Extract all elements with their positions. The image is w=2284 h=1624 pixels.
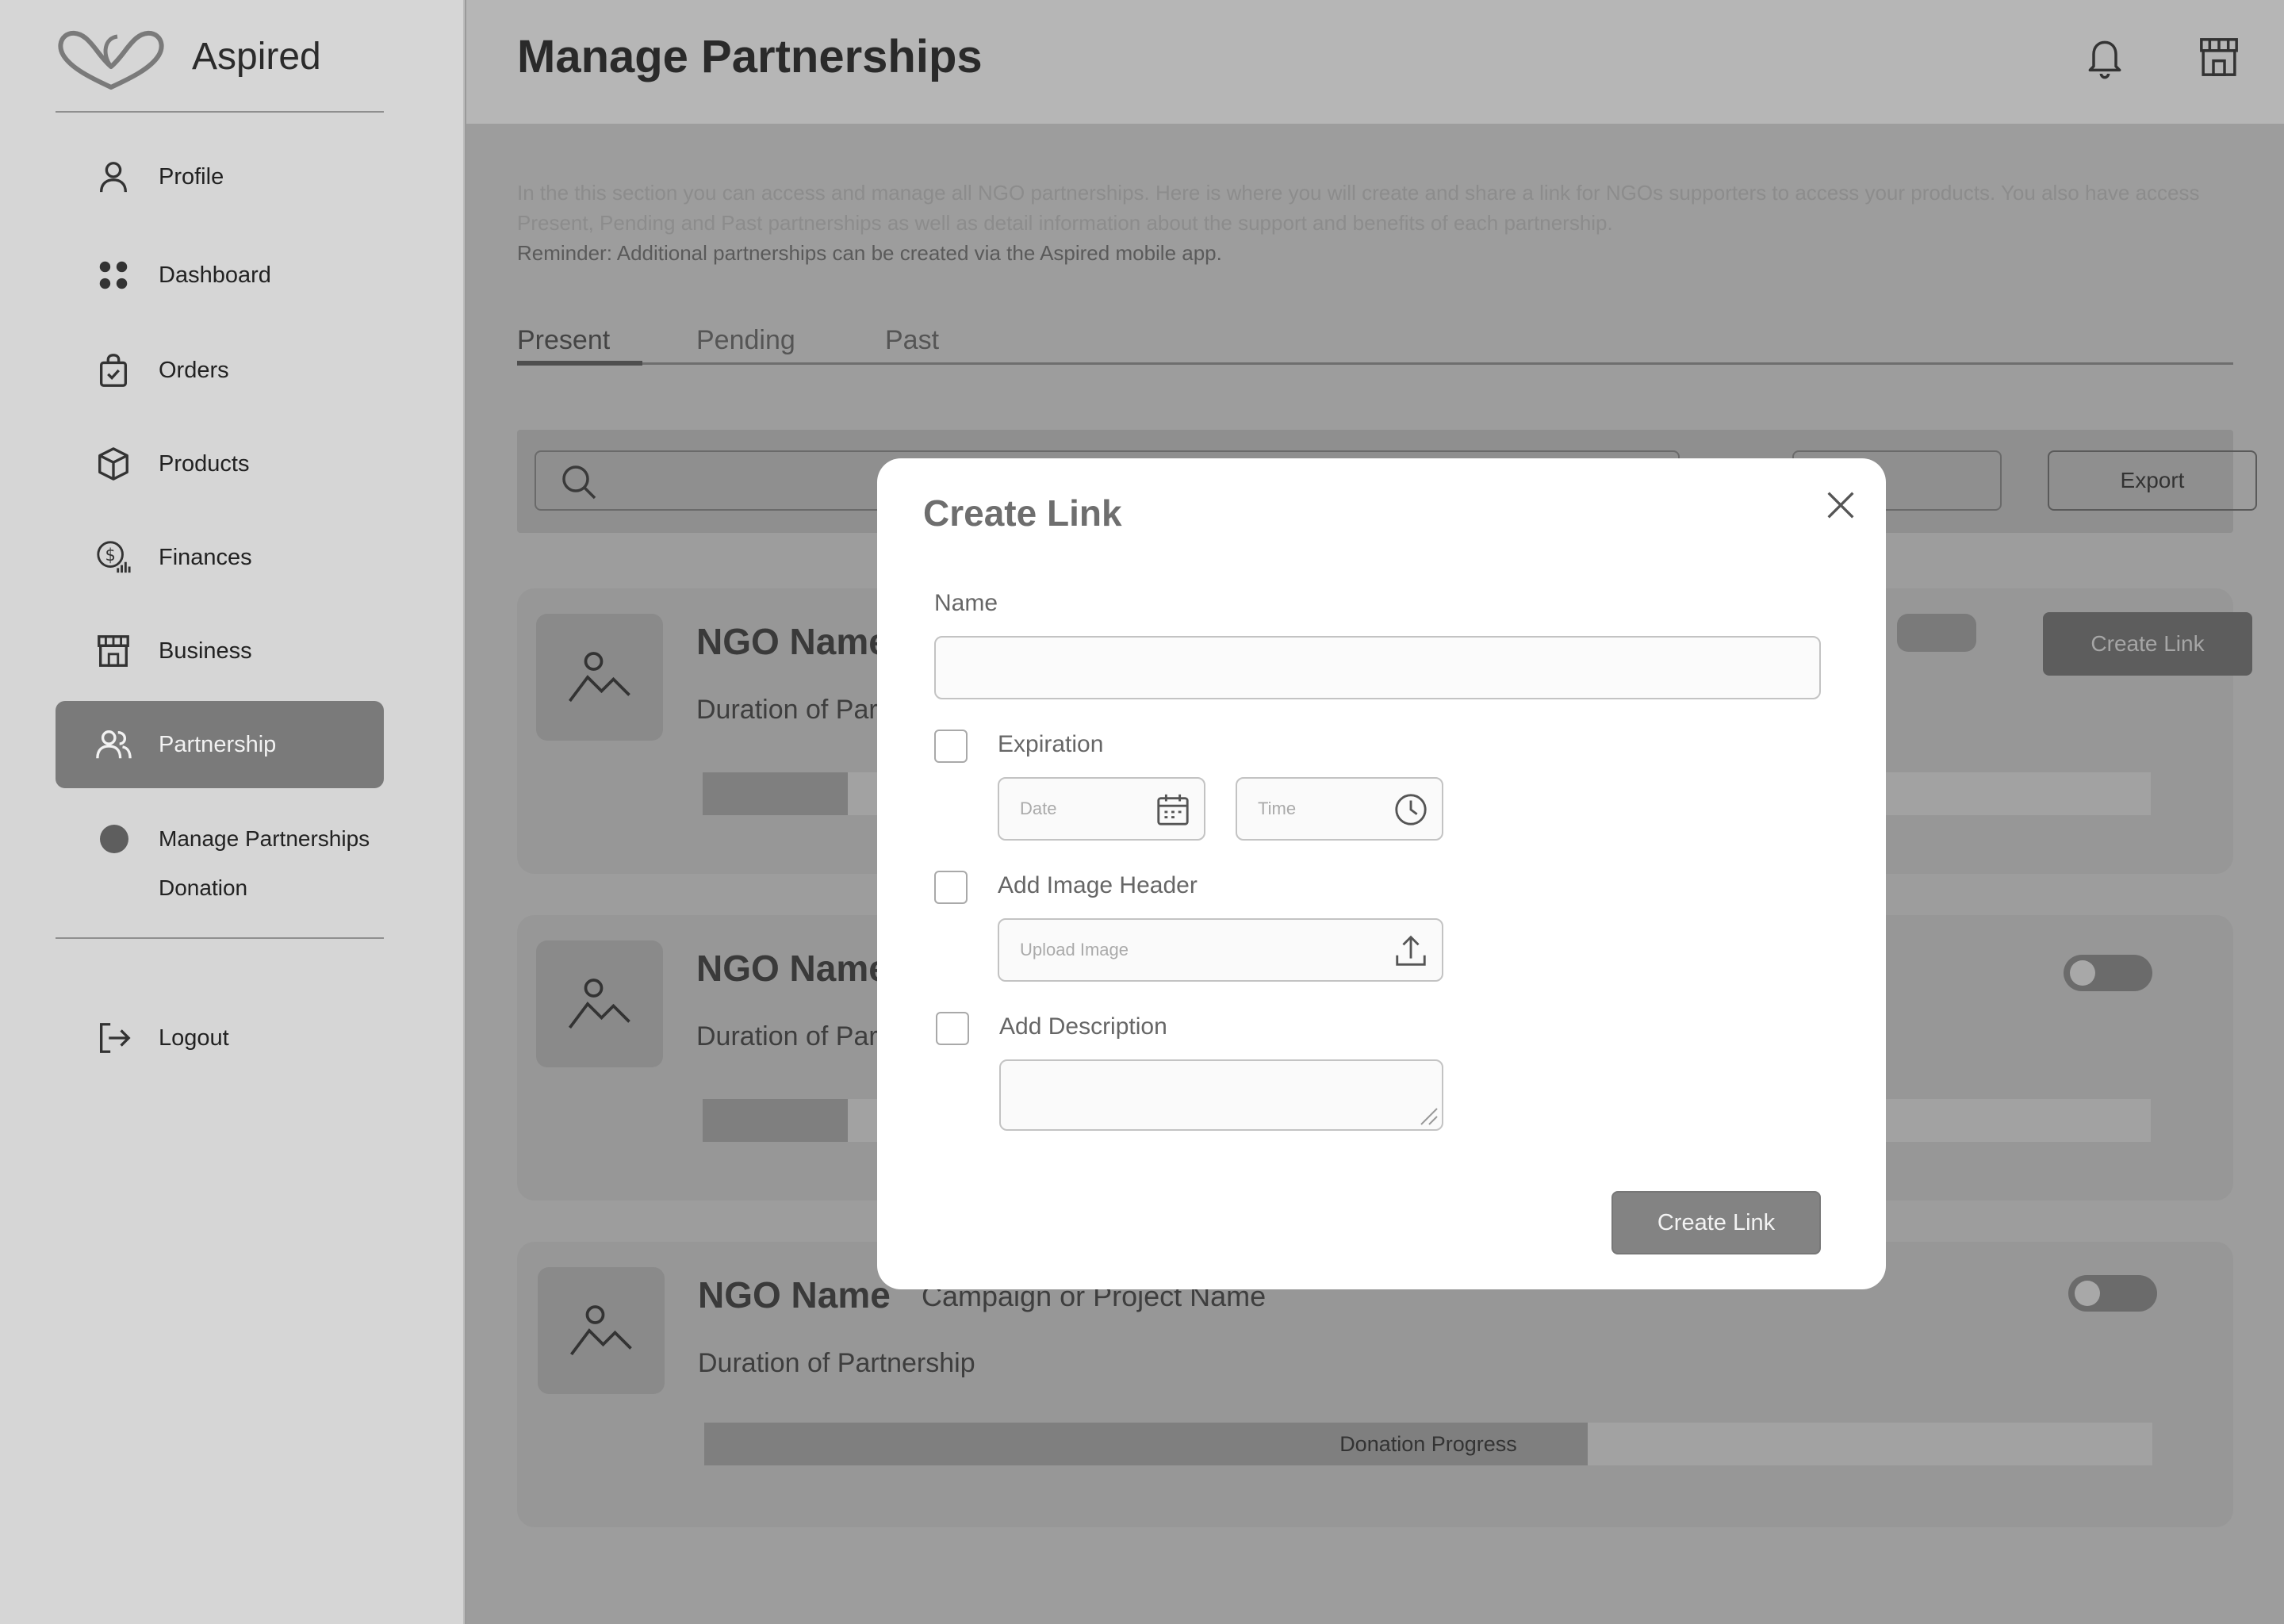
close-icon[interactable] <box>1822 487 1859 523</box>
box-icon <box>94 444 133 484</box>
ngo-name: NGO Name <box>696 621 889 662</box>
sidebar-subitem-donation[interactable]: Donation <box>159 875 247 901</box>
shopping-bag-icon <box>94 350 133 390</box>
users-icon <box>94 725 133 764</box>
create-link-submit-button[interactable]: Create Link <box>1611 1191 1821 1254</box>
resize-handle-icon <box>1420 1108 1438 1125</box>
status-badge <box>1897 614 1976 652</box>
sidebar-divider <box>56 937 384 939</box>
toggle-knob <box>2075 1281 2100 1306</box>
card-create-link-button[interactable]: Create Link <box>2043 612 2252 676</box>
modal-title: Create Link <box>923 492 1122 534</box>
sidebar-item-orders[interactable]: Orders <box>56 327 384 414</box>
sidebar-item-logout[interactable]: Logout <box>56 994 384 1082</box>
intro-line: In the this section you can access and m… <box>517 181 2200 205</box>
svg-text:$: $ <box>105 545 115 565</box>
date-input[interactable]: Date <box>998 777 1205 841</box>
partnership-toggle[interactable] <box>2068 1275 2157 1312</box>
tab-present[interactable]: Present <box>517 325 610 356</box>
partnership-duration: Duration of Partnership <box>698 1348 975 1378</box>
sidebar-item-products[interactable]: Products <box>56 420 384 508</box>
image-placeholder-icon <box>570 1305 632 1356</box>
sidebar-item-label: Business <box>159 638 252 664</box>
expiration-checkbox[interactable] <box>934 730 968 763</box>
search-icon <box>562 465 596 500</box>
image-header-checkbox[interactable] <box>934 871 968 904</box>
intro-line: Present, Pending and Past partnerships a… <box>517 211 1613 235</box>
ngo-name: NGO Name <box>698 1274 891 1316</box>
sidebar-item-label: Dashboard <box>159 262 271 288</box>
description-textarea[interactable] <box>999 1059 1443 1131</box>
heart-logo-icon <box>58 31 164 90</box>
sidebar-item-label: Logout <box>159 1025 229 1051</box>
sidebar-item-profile[interactable]: Profile <box>56 133 384 220</box>
clock-icon <box>1395 794 1427 825</box>
sidebar-item-dashboard[interactable]: Dashboard <box>56 232 384 319</box>
sidebar-item-finances[interactable]: $ Finances <box>56 514 384 601</box>
sidebar-item-label: Partnership <box>159 731 277 757</box>
logout-icon <box>94 1018 133 1058</box>
ngo-image-placeholder <box>538 1267 665 1394</box>
sidebar-item-label: Profile <box>159 163 224 190</box>
finance-icon: $ <box>94 538 133 577</box>
ngo-name: NGO Name <box>696 948 889 989</box>
create-link-modal: Create Link Name Expiration Date Time Ad… <box>877 458 1886 1289</box>
upload-image-input[interactable]: Upload Image <box>998 918 1443 982</box>
upload-icon <box>1396 935 1426 966</box>
time-input[interactable]: Time <box>1236 777 1443 841</box>
image-header-label: Add Image Header <box>998 872 1198 898</box>
sidebar-subitem-manage-partnerships[interactable]: Manage Partnerships <box>159 826 370 852</box>
calendar-icon <box>1157 794 1189 825</box>
app-logo[interactable]: Aspired <box>54 22 321 90</box>
progress-label: Donation Progress <box>1339 1431 1517 1456</box>
partnership-tabs: Present Pending Past <box>517 325 2233 366</box>
date-placeholder: Date <box>1020 799 1057 818</box>
sidebar-item-partnership[interactable]: Partnership <box>56 701 384 788</box>
export-button[interactable]: Export <box>2048 450 2257 511</box>
sidebar-item-label: Orders <box>159 357 229 383</box>
name-input[interactable] <box>934 636 1821 699</box>
description-checkbox[interactable] <box>936 1012 969 1045</box>
image-placeholder-icon <box>569 652 630 703</box>
bell-icon[interactable] <box>2083 35 2127 79</box>
sidebar-divider <box>56 111 384 113</box>
ngo-image-placeholder <box>536 940 663 1067</box>
grid-icon <box>94 255 133 295</box>
sidebar-item-label: Finances <box>159 544 252 570</box>
user-icon <box>94 157 133 197</box>
tab-past[interactable]: Past <box>885 325 939 356</box>
store-icon <box>94 631 133 671</box>
tab-pending[interactable]: Pending <box>696 325 795 356</box>
image-placeholder-icon <box>569 979 630 1029</box>
name-label: Name <box>934 590 998 616</box>
page-title: Manage Partnerships <box>517 31 983 82</box>
upload-placeholder: Upload Image <box>1020 940 1129 959</box>
app-name: Aspired <box>192 35 321 78</box>
active-indicator <box>100 825 128 853</box>
store-icon[interactable] <box>2197 35 2241 79</box>
ngo-image-placeholder <box>536 614 663 741</box>
sidebar: Aspired Profile Dashboard Orders Product… <box>0 0 465 1624</box>
active-tab-indicator <box>517 361 642 366</box>
top-header: Manage Partnerships <box>466 0 2284 124</box>
intro-text: In the this section you can access and m… <box>517 178 2222 268</box>
reminder-text: Reminder: Additional partnerships can be… <box>517 241 1222 265</box>
description-label: Add Description <box>999 1013 1167 1040</box>
toggle-knob <box>2070 960 2095 986</box>
expiration-label: Expiration <box>998 731 1104 757</box>
sidebar-item-business[interactable]: Business <box>56 607 384 695</box>
time-placeholder: Time <box>1258 799 1297 818</box>
donation-progress-bar: Donation Progress <box>704 1423 2152 1465</box>
partnership-toggle[interactable] <box>2064 955 2152 991</box>
sidebar-item-label: Products <box>159 450 250 477</box>
